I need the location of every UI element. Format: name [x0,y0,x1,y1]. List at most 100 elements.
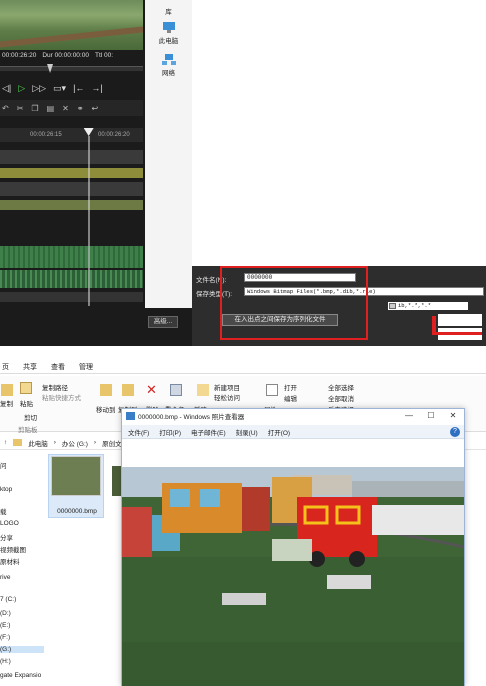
nav-pane-item[interactable]: ktop [0,486,12,493]
nav-label: 此电脑 [158,38,179,45]
monitor-icon[interactable]: ▭▾ [53,83,66,94]
file-name-label[interactable]: 0000000.bmp [51,508,103,515]
return-icon[interactable]: ↩ [92,104,99,113]
timeline-clip[interactable] [0,168,143,178]
nav-item-network[interactable]: 网络 [145,54,192,77]
highlight-mark [432,332,482,335]
breadcrumb-item[interactable]: 办公 (G:) [62,438,88,448]
copy-to-icon [122,384,134,396]
close-button[interactable]: ✕ [444,410,462,422]
up-arrow-icon[interactable]: ↑ [4,439,7,446]
viewer-title: 0000000.bmp - Windows 照片查看器 [138,414,245,421]
nav-pane-item[interactable]: 视频截图 [0,544,26,554]
nav-pane-item[interactable]: 原材料 [0,556,20,566]
filter-field[interactable]: ib,*.*,*.* [388,302,468,310]
menu-open[interactable]: 打开(O) [268,427,290,437]
select-none-button[interactable]: 全部取消 [328,393,354,403]
nav-item-library[interactable]: 库 [145,6,192,16]
folder-icon [13,439,23,446]
minimize-button[interactable]: — [400,410,418,422]
photo-image [122,467,464,686]
highlight-box [220,266,368,340]
menu-email[interactable]: 电子邮件(E) [191,427,226,437]
paste-icon[interactable]: ▤ [47,104,55,113]
timeline-track [0,150,143,164]
delete-icon[interactable]: ✕ [62,104,69,113]
nav-pane-item[interactable]: 问 [0,460,7,470]
file-explorer-screenshot: 页 共享 查看 管理 复制 粘贴 复制路径 粘贴快捷方式 剪切 剪贴板 移动到 … [0,360,486,686]
audio-waveform[interactable] [0,270,143,288]
copy-icon[interactable]: ❐ [31,104,38,113]
cut-icon[interactable]: ✂ [17,104,24,113]
save-dialog-file-list[interactable] [192,0,486,266]
nav-pane-item[interactable]: (D:) [0,610,11,617]
nav-pane-item[interactable]: 载 [0,506,7,516]
navigation-pane: 问 ktop 载 LOGO 分享 视频截图 原材料 rive 7 (C:) (D… [0,454,44,686]
nav-pane-item[interactable]: 分享 [0,532,13,542]
nav-pane-item[interactable]: 7 (C:) [0,596,16,603]
menu-file[interactable]: 文件(F) [128,427,149,437]
tab-view[interactable]: 查看 [51,362,65,372]
file-thumbnail[interactable] [51,456,101,496]
timeline-clip[interactable] [0,200,143,210]
tab-share[interactable]: 共享 [23,362,37,372]
field-icon [389,303,396,309]
nav-pane-item[interactable]: gate Expansio [0,672,41,679]
computer-icon [162,22,175,33]
breadcrumb-item[interactable]: 原创文 [102,438,122,448]
audio-waveform[interactable] [0,246,143,268]
advanced-button[interactable]: 高级... [148,316,178,328]
rename-icon [170,384,182,396]
ruler-timecode: 00:00:26:20 [98,132,130,138]
new-item-button[interactable]: 新建项目 [214,382,240,392]
copy-path-button[interactable]: 复制路径 [42,382,68,392]
cut-button[interactable]: 剪切 [24,412,37,422]
help-icon[interactable]: ? [450,427,460,437]
delete-icon: ✕ [146,382,157,397]
paste-shortcut-button[interactable]: 粘贴快捷方式 [42,392,81,402]
tab-home[interactable]: 页 [2,362,9,372]
edit-button[interactable]: 编辑 [284,393,297,403]
scrub-bar[interactable] [0,66,143,71]
nav-item-this-pc[interactable]: 此电脑 [145,22,192,45]
out-point-icon[interactable]: →| [91,83,102,93]
select-all-button[interactable]: 全部选择 [328,382,354,392]
nav-pane-item[interactable]: (E:) [0,622,10,629]
copy-button[interactable]: 复制 [0,398,13,408]
play-icon[interactable]: ▷ [18,83,25,94]
tab-manage[interactable]: 管理 [79,362,93,372]
properties-icon [266,384,278,396]
nav-pane-item[interactable]: rive [0,574,10,581]
link-icon[interactable]: ⚭ [77,104,84,113]
nav-pane-item[interactable]: LOGO [0,520,19,527]
video-editor-screenshot: 00:00:26:20 Dur 00:00:00:00 Ttl 00: ◁| ▷… [0,0,486,346]
prev-icon[interactable]: ◁| [2,83,11,94]
timeline-ruler: 00:00:26:15 00:00:26:20 [0,128,143,142]
menu-print[interactable]: 打印(P) [159,427,181,437]
breadcrumb-item[interactable]: 此电脑 [28,438,48,448]
maximize-button[interactable]: ☐ [422,410,440,422]
breadcrumb-separator: › [93,439,97,446]
move-to-button[interactable]: 移动到 [96,404,116,414]
open-button[interactable]: 打开 [284,382,297,392]
filter-field-value: ib,*.*,*.* [398,302,432,309]
next-icon[interactable]: ▷▷ [32,83,46,94]
nav-pane-item-selected[interactable]: (G:) [0,646,44,653]
easy-access-button[interactable]: 轻松访问 [214,392,240,402]
timeline-track [0,292,143,302]
save-button[interactable] [438,314,482,326]
timeline-track [0,182,143,196]
menu-burn[interactable]: 刻录(U) [236,427,258,437]
current-timecode: 00:00:26:20 [2,52,37,59]
paste-button[interactable]: 粘贴 [20,398,33,408]
in-point-icon[interactable]: |← [73,83,84,93]
nav-pane-item[interactable]: (H:) [0,658,11,665]
undo-icon[interactable]: ↶ [2,104,9,113]
duration-timecode: Dur 00:00:00:00 [42,52,89,59]
viewer-title-bar[interactable]: 0000000.bmp - Windows 照片查看器 — ☐ ✕ [122,409,464,423]
nav-pane-item[interactable]: (F:) [0,634,10,641]
viewer-menu-bar: 文件(F) 打印(P) 电子邮件(E) 刻录(U) 打开(O) ? [122,425,464,439]
clipboard-group-label: 剪贴板 [18,427,38,434]
edit-toolbar: ↶ ✂ ❐ ▤ ✕ ⚭ ↩ [0,100,143,116]
move-to-icon [100,384,112,396]
